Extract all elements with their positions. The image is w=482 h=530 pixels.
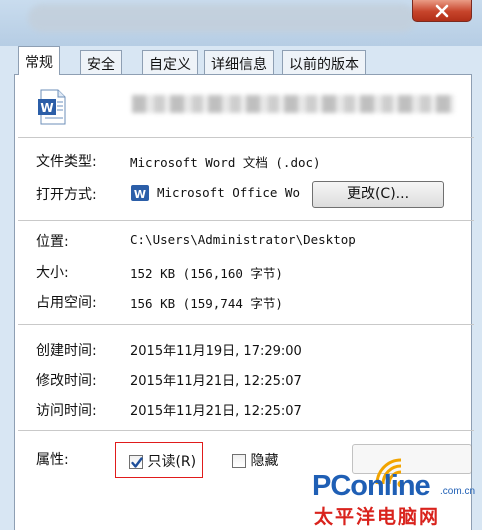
separator — [18, 220, 474, 221]
word-app-icon: W — [131, 185, 149, 201]
modified-value: 2015年11月21日, 12:25:07 — [130, 374, 302, 389]
separator — [18, 324, 474, 325]
separator — [18, 430, 474, 431]
check-icon — [131, 457, 143, 468]
created-label: 创建时间: — [36, 343, 97, 359]
separator — [18, 137, 474, 138]
readonly-check-box[interactable] — [129, 455, 143, 469]
word-document-icon: W — [38, 89, 66, 125]
svg-text:W: W — [40, 101, 53, 115]
close-icon — [435, 4, 449, 17]
file-type-value: Microsoft Word 文档 (.doc) — [130, 155, 321, 170]
hidden-label: 隐藏 — [250, 453, 279, 469]
modified-label: 修改时间: — [36, 373, 97, 389]
accessed-label: 访问时间: — [36, 403, 97, 419]
size-value: 152 KB (156,160 字节) — [130, 266, 283, 281]
size-on-disk-value: 156 KB (159,744 字节) — [130, 296, 283, 311]
location-value: C:\Users\Administrator\Desktop — [130, 232, 356, 247]
opens-with-value: Microsoft Office Wo — [157, 185, 300, 200]
readonly-checkbox[interactable]: 只读(R) — [129, 451, 196, 471]
file-name-blurred — [132, 95, 454, 113]
opens-with-label: 打开方式: — [36, 187, 97, 203]
tab-security[interactable]: 安全 — [80, 50, 122, 74]
change-button[interactable]: 更改(C)... — [312, 181, 444, 208]
tab-general[interactable]: 常规 — [18, 46, 60, 75]
watermark-subtitle: 太平洋电脑网 — [314, 506, 441, 528]
attributes-label: 属性: — [36, 452, 69, 468]
watermark-domain: .com.cn — [440, 486, 476, 497]
tab-previous-versions[interactable]: 以前的版本 — [282, 50, 366, 74]
close-button[interactable] — [412, 0, 472, 22]
created-value: 2015年11月19日, 17:29:00 — [130, 344, 302, 359]
readonly-highlight: 只读(R) — [115, 442, 203, 478]
location-label: 位置: — [36, 234, 69, 250]
hidden-check-box[interactable] — [232, 454, 246, 468]
size-on-disk-label: 占用空间: — [36, 295, 97, 311]
file-type-label: 文件类型: — [36, 154, 97, 170]
hidden-checkbox[interactable]: 隐藏 — [232, 450, 278, 470]
window-title-blurred — [28, 4, 416, 32]
svg-text:W: W — [134, 188, 146, 201]
tab-custom[interactable]: 自定义 — [142, 50, 198, 74]
tab-details[interactable]: 详细信息 — [204, 50, 274, 74]
size-label: 大小: — [36, 265, 69, 281]
title-bar — [0, 0, 482, 46]
accessed-value: 2015年11月21日, 12:25:07 — [130, 404, 302, 419]
watermark-brand: PConline — [312, 470, 431, 502]
readonly-label: 只读(R) — [147, 454, 197, 470]
